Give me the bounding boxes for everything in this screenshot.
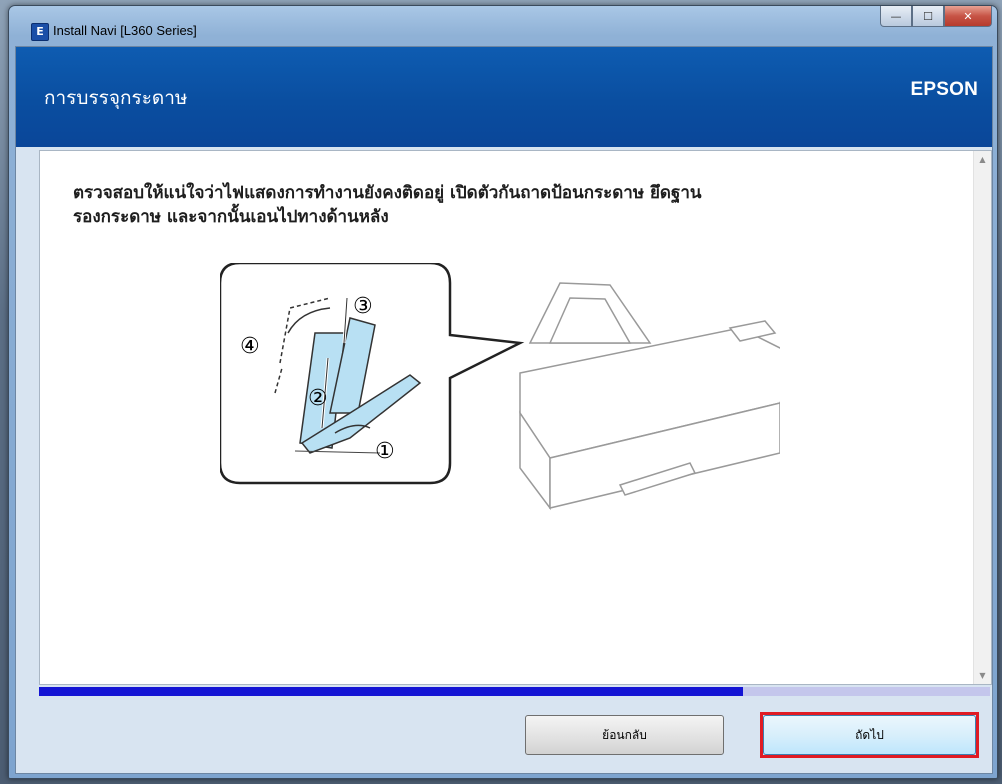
close-icon[interactable]: ✕ [944, 6, 992, 27]
app-icon: E [31, 23, 49, 41]
progress-bar [39, 687, 990, 696]
content-panel: ตรวจสอบให้แน่ใจว่าไฟแสดงการทำงานยังคงติด… [39, 150, 992, 685]
minimize-icon[interactable]: — [880, 6, 912, 27]
instruction-text: ตรวจสอบให้แน่ใจว่าไฟแสดงการทำงานยังคงติด… [73, 181, 953, 229]
step-4-label: ④ [240, 334, 260, 359]
printer-illustration [519, 282, 780, 511]
progress-fill [39, 687, 743, 696]
maximize-icon[interactable]: ☐ [912, 6, 944, 27]
window-title: Install Navi [L360 Series] [53, 23, 197, 38]
step-3-label: ③ [353, 294, 373, 319]
header-banner: การบรรจุกระดาษ EPSON [16, 47, 992, 147]
back-button[interactable]: ย้อนกลับ [525, 715, 724, 755]
installer-window: E Install Navi [L360 Series] — ☐ ✕ การบร… [8, 5, 998, 779]
window-controls: — ☐ ✕ [880, 6, 992, 28]
paper-loading-illustration: ① ② ③ ④ [220, 263, 780, 511]
next-button[interactable]: ถัดไป [763, 715, 976, 755]
epson-logo: EPSON [910, 79, 978, 100]
instruction-line-2: รองกระดาษ และจากนั้นเอนไปทางด้านหลัง [73, 207, 389, 227]
vertical-scrollbar[interactable]: ▲ ▼ [973, 151, 991, 684]
installer-body: การบรรจุกระดาษ EPSON ตรวจสอบให้แน่ใจว่าไ… [15, 46, 993, 774]
instruction-line-1: ตรวจสอบให้แน่ใจว่าไฟแสดงการทำงานยังคงติด… [73, 183, 702, 203]
step-1-label: ① [375, 439, 395, 464]
step-2-label: ② [308, 386, 328, 411]
scroll-up-arrow-icon[interactable]: ▲ [974, 151, 991, 168]
scroll-down-arrow-icon[interactable]: ▼ [974, 667, 991, 684]
title-bar[interactable]: E Install Navi [L360 Series] — ☐ ✕ [9, 6, 997, 46]
page-title: การบรรจุกระดาษ [44, 87, 188, 109]
